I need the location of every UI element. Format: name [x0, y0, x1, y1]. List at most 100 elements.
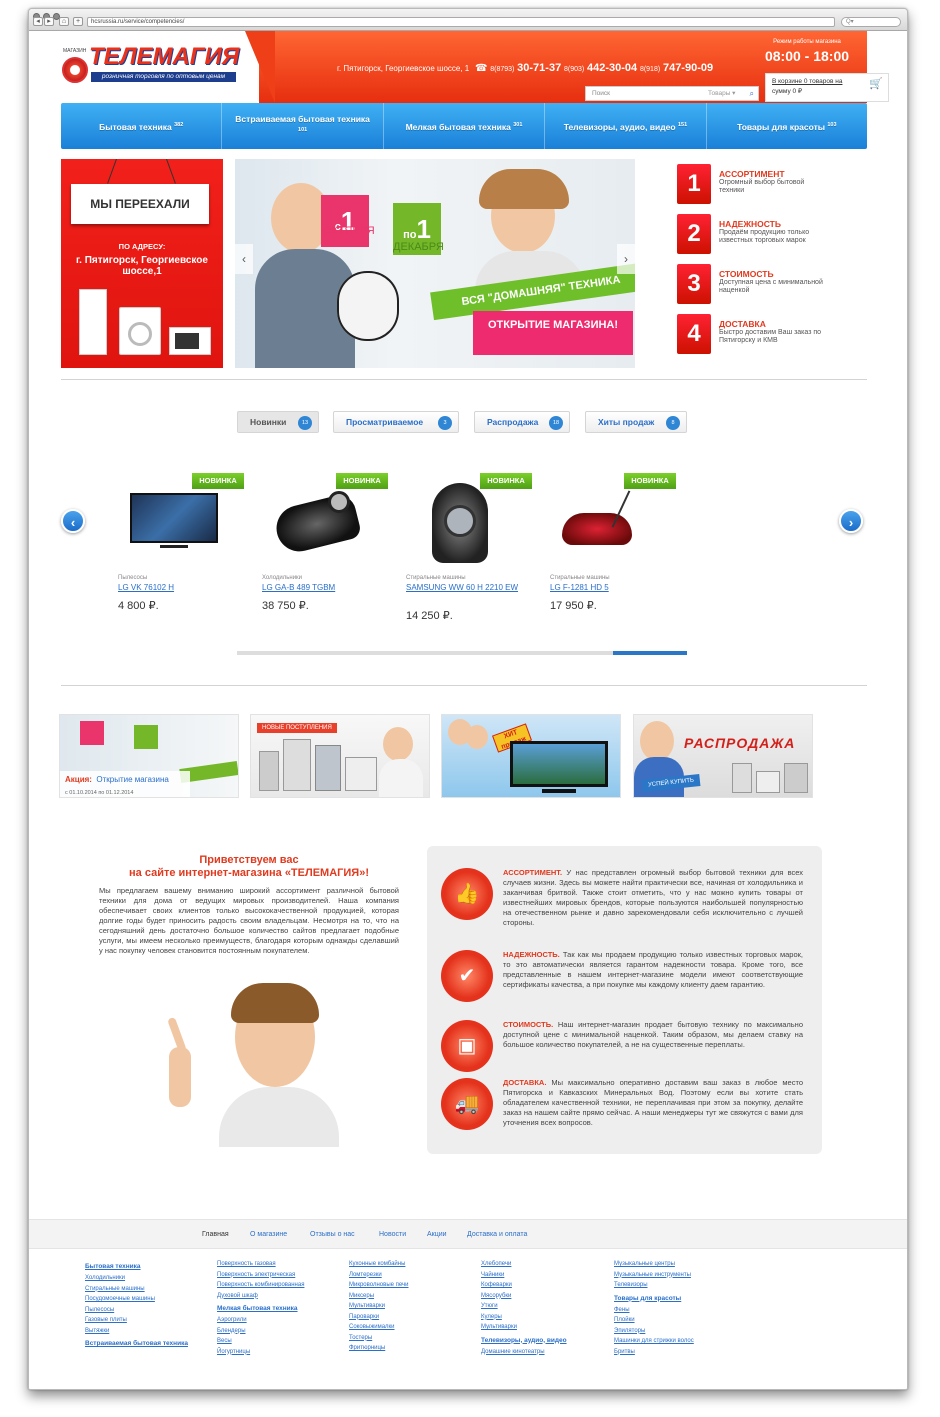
- menu-item-appliances[interactable]: Бытовая техника 382: [61, 103, 223, 149]
- tab-hits[interactable]: Хиты продаж 8: [585, 411, 687, 433]
- product-name-link[interactable]: LG VK 76102 H: [118, 583, 233, 593]
- search-input[interactable]: Поиск Товары ▾ ⌕: [585, 86, 759, 101]
- tab-sale[interactable]: Распродажа 18: [474, 411, 570, 433]
- footer-category-link[interactable]: Мультиварки: [349, 1301, 474, 1312]
- search-icon[interactable]: ⌕: [750, 87, 754, 100]
- product-image-vacuum-red[interactable]: [550, 483, 678, 565]
- cart-widget[interactable]: В корзине 0 товаров на сумму 0 ₽ 🛒: [765, 73, 889, 102]
- address-bar[interactable]: hcsrussia.ru/service/competencies/: [87, 17, 835, 27]
- tab-new[interactable]: Новинки 13: [237, 411, 319, 433]
- footer-category-link[interactable]: Кухонные комбайны: [349, 1259, 474, 1270]
- product-card[interactable]: НОВИНКА Пылесосы LG VK 76102 H 4 800 ₽.: [118, 467, 246, 627]
- footer-category-link[interactable]: Стиральные машины: [85, 1284, 210, 1295]
- footer-category-link[interactable]: Утюги: [481, 1301, 606, 1312]
- product-name-link[interactable]: LG F-1281 HD 5: [550, 583, 665, 593]
- product-name-link[interactable]: SAMSUNG WW 60 H 2210 EW: [406, 583, 521, 593]
- footer-category-link[interactable]: Фены: [614, 1305, 739, 1316]
- footer-category-link[interactable]: Домашние кинотеатры: [481, 1347, 606, 1358]
- footer-category-link[interactable]: Кулеры: [481, 1312, 606, 1323]
- divider: [61, 685, 867, 686]
- footer-category-link[interactable]: Мясорубки: [481, 1291, 606, 1302]
- footer-category-link[interactable]: Эпиляторы: [614, 1326, 739, 1337]
- footer-category-link[interactable]: Чайники: [481, 1270, 606, 1281]
- menu-item-built-in[interactable]: Встраиваемая бытовая техника 101: [222, 103, 384, 149]
- footer-category-link[interactable]: Тостеры: [349, 1333, 474, 1344]
- forward-icon[interactable]: ▸: [44, 17, 54, 26]
- logo[interactable]: ТЕЛЕМАГИЯ: [89, 43, 239, 71]
- footer-category-link[interactable]: Весы: [217, 1336, 342, 1347]
- carousel-scroll-thumb[interactable]: [613, 651, 687, 655]
- footer-category-link[interactable]: Соковыжималки: [349, 1322, 474, 1333]
- back-icon[interactable]: ◂: [33, 17, 43, 26]
- cart-icon[interactable]: 🛒: [869, 79, 883, 90]
- footer-category-link[interactable]: Вытяжки: [85, 1326, 210, 1337]
- menu-item-small-appliances[interactable]: Мелкая бытовая техника 301: [384, 103, 546, 149]
- footer-category-link[interactable]: Телевизоры: [614, 1280, 739, 1291]
- footer-category-link[interactable]: Бритвы: [614, 1347, 739, 1358]
- footer-category-link[interactable]: Пылесосы: [85, 1305, 210, 1316]
- footer-category-heading[interactable]: Бытовая техника: [85, 1261, 210, 1273]
- product-card[interactable]: НОВИНКА Стиральные машины LG F-1281 HD 5…: [550, 467, 678, 627]
- product-image-vacuum-upright[interactable]: [406, 483, 534, 565]
- carousel-prev-button[interactable]: ‹: [61, 509, 85, 533]
- footer-link-home[interactable]: Главная: [202, 1231, 229, 1238]
- search-category-select[interactable]: Товары ▾: [708, 87, 735, 100]
- footer-category-link[interactable]: Микроволновые печи: [349, 1280, 474, 1291]
- footer-category-link[interactable]: Поверхность газовая: [217, 1259, 342, 1270]
- footer-category-link[interactable]: Аэрогрили: [217, 1315, 342, 1326]
- footer-category-heading[interactable]: Встраиваемая бытовая техника: [85, 1338, 210, 1350]
- footer-category-link[interactable]: Поверхность электрическая: [217, 1270, 342, 1281]
- footer-category-link[interactable]: Духовой шкаф: [217, 1291, 342, 1302]
- home-icon[interactable]: ⌂: [59, 17, 69, 26]
- footer-category-link[interactable]: Миксеры: [349, 1291, 474, 1302]
- menu-item-tv-audio[interactable]: Телевизоры, аудио, видео 151: [545, 103, 707, 149]
- promo-banner-opening[interactable]: Акция: Открытие магазина с 01.10.2014 по…: [59, 714, 239, 798]
- tab-viewed[interactable]: Просматриваемое 3: [333, 411, 459, 433]
- footer-category-heading[interactable]: Товары для красоты: [614, 1293, 739, 1305]
- footer-category-link[interactable]: Музыкальные инструменты: [614, 1270, 739, 1281]
- footer-category-link[interactable]: Йогуртницы: [217, 1347, 342, 1358]
- footer-category-link[interactable]: Блендеры: [217, 1326, 342, 1337]
- promo-banner-new-arrivals[interactable]: НОВЫЕ ПОСТУПЛЕНИЯ: [250, 714, 430, 798]
- footer-category-link[interactable]: Газовые плиты: [85, 1315, 210, 1326]
- footer-category-link[interactable]: Холодильники: [85, 1273, 210, 1284]
- footer-category-link[interactable]: Хлебопечи: [481, 1259, 606, 1270]
- carousel-scrollbar[interactable]: [237, 651, 687, 655]
- footer-category-link[interactable]: Пароварки: [349, 1312, 474, 1323]
- footer-category-link[interactable]: Мультиварки: [481, 1322, 606, 1333]
- hero-slider[interactable]: с1 по1 ОКТЯБРЯ ДЕКАБРЯ ВСЯ "ДОМАШНЯЯ" ТЕ…: [235, 159, 635, 368]
- tab-count-badge: 18: [549, 416, 563, 430]
- banner-promo-title: Открытие магазина: [96, 775, 169, 784]
- footer-link-promos[interactable]: Акции: [427, 1231, 447, 1238]
- footer-link-about[interactable]: О магазине: [250, 1231, 287, 1238]
- product-name-link[interactable]: LG GA-B 489 TGBM: [262, 583, 377, 593]
- banner-new-arrivals-label: НОВЫЕ ПОСТУПЛЕНИЯ: [257, 723, 337, 733]
- footer-category-link[interactable]: Фритюрницы: [349, 1343, 474, 1354]
- footer-category-link[interactable]: Посудомоечные машины: [85, 1294, 210, 1305]
- product-card[interactable]: НОВИНКА Холодильники LG GA-B 489 TGBM 38…: [262, 467, 390, 627]
- slider-prev-button[interactable]: ‹: [235, 244, 253, 274]
- carousel-next-button[interactable]: ›: [839, 509, 863, 533]
- footer-category-link[interactable]: Кофеварки: [481, 1280, 606, 1291]
- product-image-vacuum[interactable]: [262, 483, 390, 565]
- footer-category-link[interactable]: Музыкальные центры: [614, 1259, 739, 1270]
- moved-banner[interactable]: МЫ ПЕРЕЕХАЛИ ПО АДРЕСУ: г. Пятигорск, Ге…: [61, 159, 223, 368]
- footer-category-heading[interactable]: Телевизоры, аудио, видео: [481, 1335, 606, 1347]
- promo-banner-hit[interactable]: ХИТ продаж: [441, 714, 621, 798]
- footer-link-reviews[interactable]: Отзывы о нас: [310, 1231, 355, 1238]
- product-image-tv[interactable]: [118, 483, 246, 565]
- add-tab-icon[interactable]: +: [73, 17, 83, 26]
- footer-link-news[interactable]: Новости: [379, 1231, 406, 1238]
- browser-search-field[interactable]: Q▾: [841, 17, 901, 27]
- footer-category-heading[interactable]: Мелкая бытовая техника: [217, 1303, 342, 1315]
- product-card[interactable]: НОВИНКА Стиральные машины SAMSUNG WW 60 …: [406, 467, 534, 627]
- footer-category-link[interactable]: Поверхность комбинированная: [217, 1280, 342, 1291]
- footer-category-link[interactable]: Машинки для стрижки волос: [614, 1336, 739, 1347]
- footer-link-delivery[interactable]: Доставка и оплата: [467, 1231, 527, 1238]
- browser-window: ◂ ▸ ⌂ + hcsrussia.ru/service/competencie…: [28, 8, 908, 1390]
- footer-category-link[interactable]: Плойки: [614, 1315, 739, 1326]
- slider-next-button[interactable]: ›: [617, 244, 635, 274]
- menu-item-beauty[interactable]: Товары для красоты 103: [707, 103, 867, 149]
- promo-banner-sale[interactable]: РАСПРОДАЖА УСПЕЙ КУПИТЬ: [633, 714, 813, 798]
- footer-category-link[interactable]: Ломтерезки: [349, 1270, 474, 1281]
